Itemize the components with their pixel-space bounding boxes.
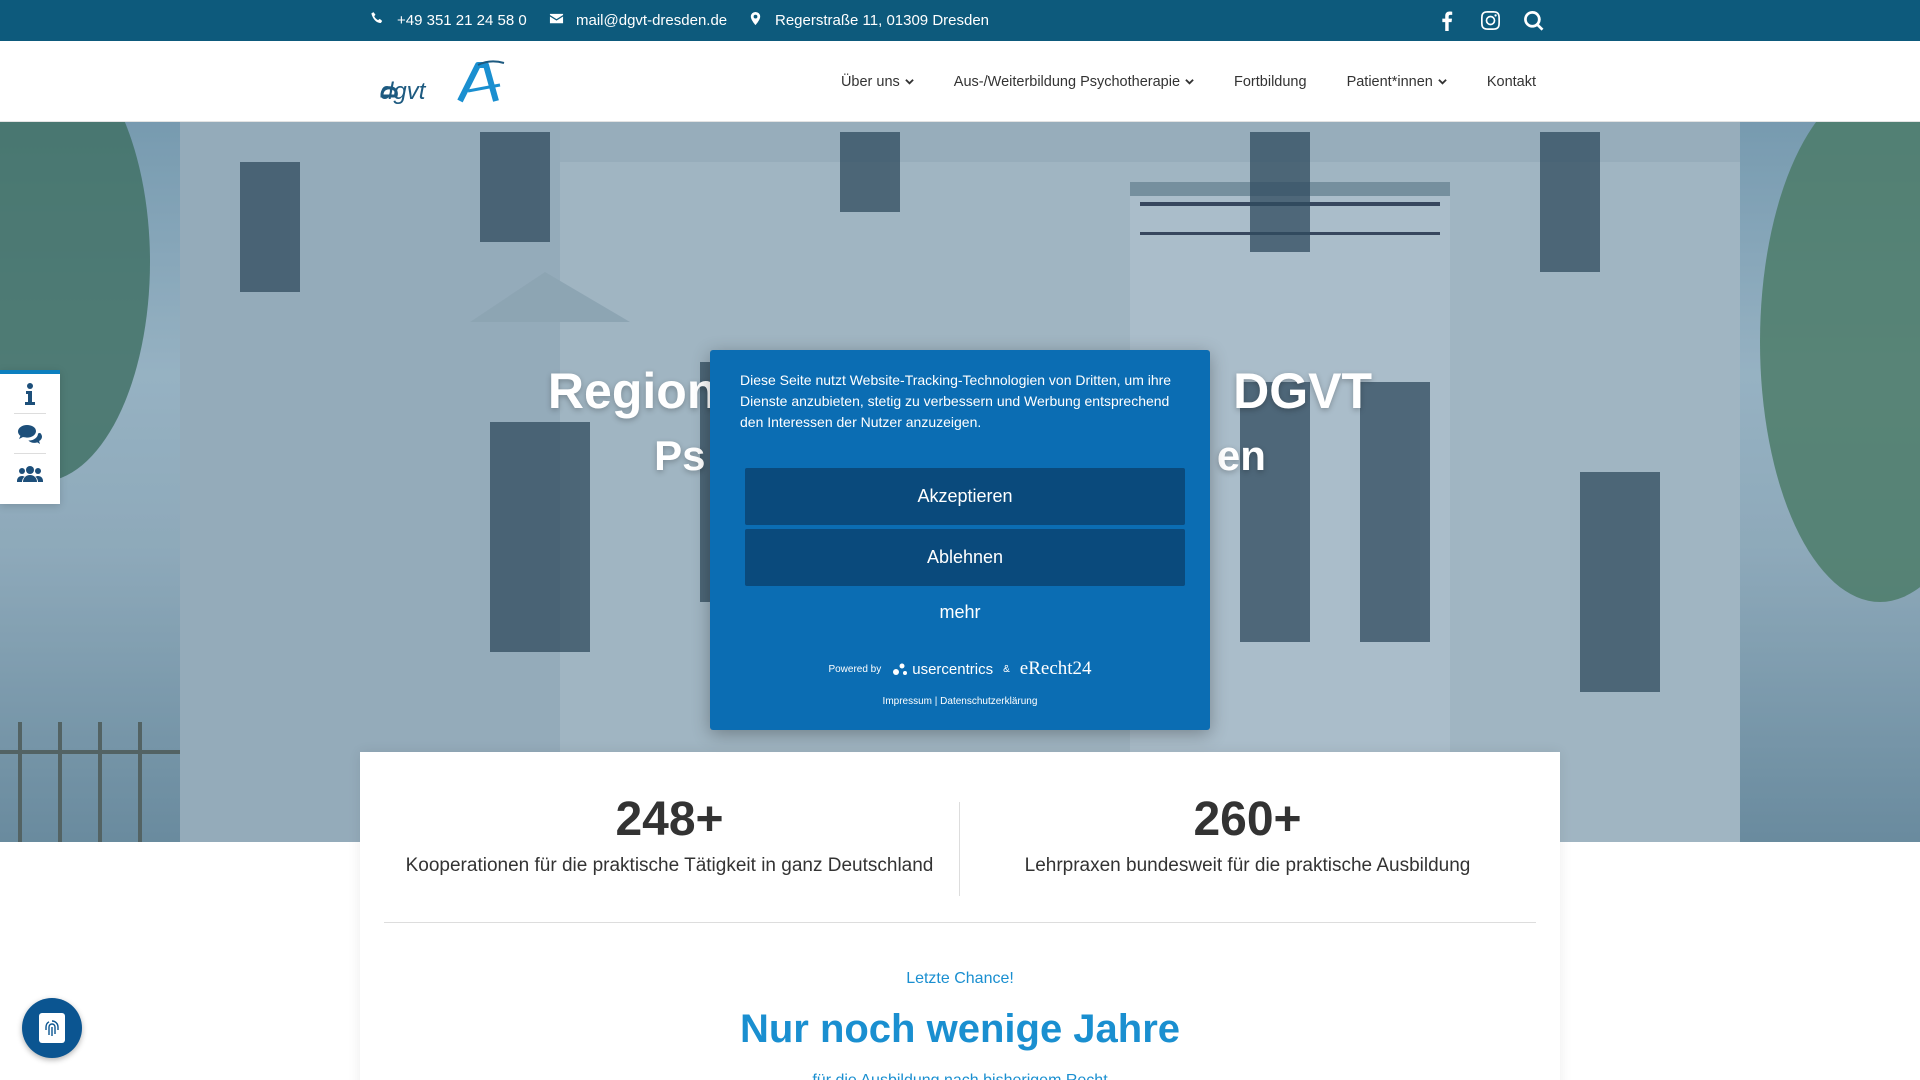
fingerprint-icon [39, 1013, 65, 1043]
stats-card: 248+ Kooperationen für die praktische Tä… [360, 752, 1560, 1080]
phone-icon [370, 11, 385, 30]
instagram-icon[interactable] [1481, 0, 1500, 41]
side-quick-links [0, 370, 60, 504]
powered-by-label: Powered by [828, 663, 882, 675]
chevron-down-icon [1185, 79, 1194, 85]
map-pin-icon [748, 11, 763, 30]
powered-by-row: Powered by usercentrics & eRecht24 [710, 658, 1210, 680]
section-divider [384, 922, 1536, 923]
users-icon[interactable] [14, 454, 46, 494]
nav-label: Über uns [840, 73, 900, 90]
chat-bubbles-icon[interactable] [14, 414, 46, 454]
svg-text:dgvt: dgvt [380, 78, 427, 105]
privacy-settings-button[interactable] [22, 998, 82, 1058]
cookie-message: Diese Seite nutzt Website-Tracking-Techn… [740, 372, 1172, 430]
chevron-down-icon [1438, 79, 1447, 85]
phone-number: +49 351 21 24 58 0 [397, 12, 527, 29]
usercentrics-logo[interactable]: usercentrics [891, 660, 993, 678]
search-icon[interactable] [1524, 0, 1544, 41]
nav-label: Aus-/Weiterbildung Psychotherapie [953, 73, 1181, 90]
usercentrics-dots-icon [893, 663, 908, 675]
nav-ueber-uns[interactable]: Über uns [841, 74, 914, 90]
main-navigation: Über uns Aus-/Weiterbildung Psychotherap… [841, 41, 1536, 122]
nav-ausbildung[interactable]: Aus-/Weiterbildung Psychotherapie [954, 74, 1194, 90]
section-kicker: Letzte Chance! [906, 970, 1014, 987]
stat-label: Lehrpraxen bundesweit für die praktische… [1024, 855, 1471, 876]
more-link[interactable]: mehr [710, 602, 1210, 623]
hero-subtitle-right: en [1216, 432, 1266, 479]
email-address: mail@dgvt-dresden.de [576, 12, 728, 29]
site-header: dgvt Über uns Aus-/Weiterbildung Psychot… [0, 41, 1920, 122]
section-subtitle: für die Ausbildung nach bisherigem Recht [360, 1072, 1560, 1080]
usercentrics-text: usercentrics [912, 660, 994, 678]
info-icon[interactable] [14, 374, 46, 414]
cookie-consent-dialog: Diese Seite nutzt Website-Tracking-Techn… [710, 350, 1210, 730]
nav-fortbildung[interactable]: Fortbildung [1234, 74, 1307, 90]
decline-button[interactable]: Ablehnen [745, 529, 1185, 586]
section-title: Nur noch wenige Jahre [739, 1007, 1181, 1051]
nav-label: Kontakt [1486, 73, 1536, 90]
erecht24-logo[interactable]: eRecht24 [1020, 658, 1092, 680]
hero-subtitle-left: Ps [654, 432, 706, 479]
nav-patientinnen[interactable]: Patient*innen [1347, 74, 1447, 90]
hero-title-right: DGVT [1233, 363, 1373, 419]
stat-number: 260+ [1193, 793, 1302, 846]
email-contact[interactable]: mail@dgvt-dresden.de [549, 0, 727, 41]
legal-links[interactable]: Impressum | Datenschutzerklärung [710, 696, 1210, 707]
nav-label: Patient*innen [1346, 73, 1433, 90]
envelope-icon [549, 11, 564, 30]
stat-number: 248+ [615, 793, 724, 846]
ampersand: & [1003, 663, 1010, 675]
stat-kooperationen: 248+ Kooperationen für die praktische Tä… [382, 792, 957, 877]
phone-contact[interactable]: +49 351 21 24 58 0 [370, 0, 527, 41]
chevron-down-icon [905, 79, 914, 85]
dgvt-logo[interactable]: dgvt [378, 59, 514, 105]
facebook-icon[interactable] [1441, 0, 1453, 41]
hero-title-left: Region [547, 363, 718, 419]
stat-lehrpraxen: 260+ Lehrpraxen bundesweit für die prakt… [960, 792, 1535, 877]
address-text: Regerstraße 11, 01309 Dresden [775, 12, 990, 29]
accept-button[interactable]: Akzeptieren [745, 468, 1185, 525]
address-contact[interactable]: Regerstraße 11, 01309 Dresden [748, 0, 989, 41]
top-contact-bar: +49 351 21 24 58 0 mail@dgvt-dresden.de … [0, 0, 1920, 41]
nav-kontakt[interactable]: Kontakt [1487, 74, 1536, 90]
nav-label: Fortbildung [1234, 73, 1307, 90]
stat-label: Kooperationen für die praktische Tätigke… [405, 855, 934, 876]
